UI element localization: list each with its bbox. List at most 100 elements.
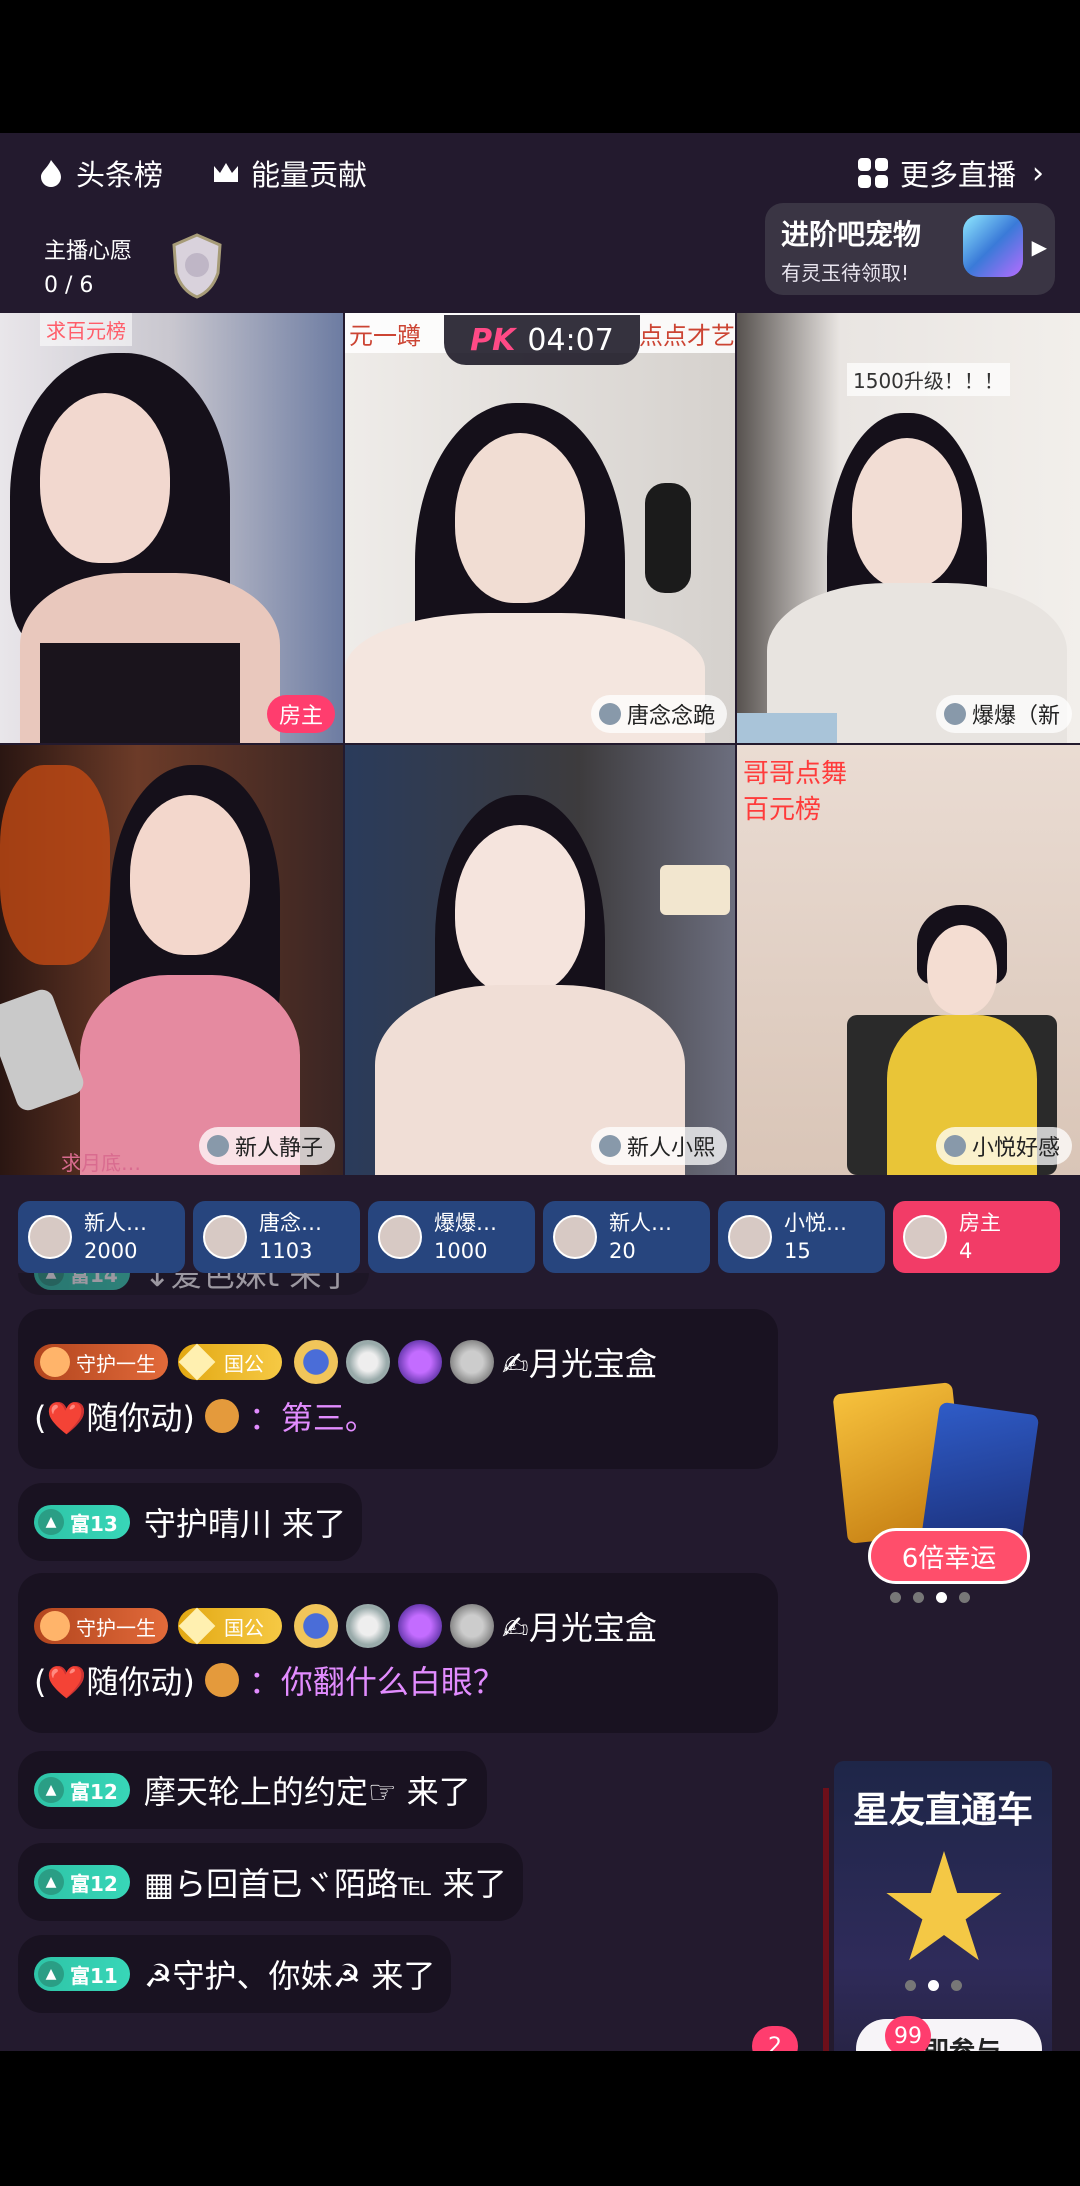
chat-text: ▦ら回首已ヾ陌路℡ 来了 xyxy=(143,1865,507,1903)
stream-tile-4[interactable]: 求月底… 新人静子 xyxy=(0,745,343,1175)
stream-overlay-2: 百元榜 xyxy=(743,795,822,825)
stream-overlay: 求百元榜 xyxy=(40,313,132,346)
swirl-icon xyxy=(346,1604,390,1648)
medal-icon xyxy=(294,1340,338,1384)
wish-shield-icon xyxy=(172,233,222,299)
avatar-icon xyxy=(206,1135,229,1157)
promo-title: 进阶吧宠物 xyxy=(781,218,922,251)
pet-promo-banner[interactable]: 进阶吧宠物 有灵玉待领取! ▶ xyxy=(765,203,1055,295)
wealth-level-badge: ▲ 富12 xyxy=(34,1865,130,1899)
avatar xyxy=(203,1215,247,1259)
lucky-button[interactable]: 6倍幸运 xyxy=(868,1528,1030,1584)
star-express-widget[interactable]: 星友直通车 立即参与 xyxy=(834,1761,1052,2051)
wealth-level-badge: ▲ 富13 xyxy=(34,1505,130,1539)
join-now-button[interactable]: 立即参与 xyxy=(856,2019,1042,2051)
wish-label: 主播心愿 xyxy=(44,239,133,264)
notification-badge[interactable]: 2 xyxy=(752,2026,798,2051)
stream-host-tag: 房主 xyxy=(266,695,335,733)
wish-count: 0 / 6 xyxy=(44,273,94,298)
score-item[interactable]: 小悦… 15 xyxy=(718,1201,885,1273)
score-item[interactable]: 唐念… 1103 xyxy=(193,1201,360,1273)
wealth-level-badge: ▲ 富11 xyxy=(34,1957,130,1991)
stream-overlay: 求月底… xyxy=(61,1151,141,1175)
energy-contribution-label: 能量贡献 xyxy=(251,158,368,192)
pk-logo: PK xyxy=(470,322,516,358)
score-item[interactable]: 新人… 20 xyxy=(543,1201,710,1273)
chat-username[interactable]: ✍月光宝盒 xyxy=(502,1339,657,1385)
avatar-icon xyxy=(598,1135,621,1157)
grid-icon xyxy=(857,158,888,188)
side-divider xyxy=(823,1788,829,2051)
swirl-icon xyxy=(346,1340,390,1384)
chat-message: ▲ 富12 摩天轮上的约定☞ 来了 xyxy=(18,1751,487,1829)
avatar xyxy=(378,1215,422,1259)
wealth-level-badge: ▲ 富12 xyxy=(34,1773,130,1807)
stream-name-tag: 唐念念跪 xyxy=(590,695,727,733)
silver-medal-icon xyxy=(450,1340,494,1384)
chat-message: ▲ 富12 ▦ら回首已ヾ陌路℡ 来了 xyxy=(18,1843,523,1921)
chat-username-suffix: (❤️随你动) xyxy=(34,1399,195,1437)
star-express-title: 星友直通车 xyxy=(852,1790,1033,1831)
headline-rank-button[interactable]: 头条榜 xyxy=(36,152,163,194)
chat-message: ▲ 富13 守护晴川 来了 xyxy=(18,1483,363,1561)
chat-list[interactable]: ▲ 富14 ↕爱色妹t 来了 守护一生 国公 ✍月光宝盒 (❤️随你动) ：第三。… xyxy=(18,1273,788,2051)
more-live-button[interactable]: 更多直播 › xyxy=(857,152,1044,194)
avatar-icon xyxy=(598,703,621,725)
chat-message: ▲ 富14 ↕爱色妹t 来了 xyxy=(18,1273,370,1295)
stream-name-tag: 小悦好感 xyxy=(935,1127,1072,1165)
chat-text: ↕爱色妹t 来了 xyxy=(143,1273,354,1294)
lion-icon xyxy=(204,1663,239,1697)
stream-overlay: 1500升级！！！ xyxy=(847,363,1010,396)
promo-subtitle: 有灵玉待领取! xyxy=(781,261,910,285)
avatar xyxy=(728,1215,772,1259)
chat-username[interactable]: ✍月光宝盒 xyxy=(502,1603,657,1649)
chat-text: ☭守护、你妹☭ 来了 xyxy=(143,1957,436,1995)
lion-icon xyxy=(204,1399,239,1433)
wealth-level-badge: ▲ 富14 xyxy=(34,1273,130,1290)
guard-badge: 守护一生 xyxy=(34,1344,168,1380)
lucky-widget[interactable]: 6倍幸运 xyxy=(830,1382,1050,1718)
stream-name-tag: 爆爆（新 xyxy=(935,695,1072,733)
guard-badge: 守护一生 xyxy=(34,1608,168,1644)
pk-timer: PK 04:07 xyxy=(444,315,640,365)
headline-rank-label: 头条榜 xyxy=(76,158,164,192)
score-item[interactable]: 新人… 2000 xyxy=(18,1201,185,1273)
stream-tile-6[interactable]: 哥哥点舞 百元榜 小悦好感 xyxy=(737,745,1080,1175)
message-badge[interactable]: 99 xyxy=(885,2016,931,2051)
crest-icon xyxy=(398,1604,442,1648)
score-item-host[interactable]: 房主 4 xyxy=(893,1201,1060,1273)
duke-badge: 国公 xyxy=(178,1343,282,1381)
carousel-dots xyxy=(905,1980,962,1991)
live-room: 头条榜 能量贡献 更多直播 › 主播心愿 0 / 6 进阶吧宠物 有灵玉待领取!… xyxy=(0,133,1080,2051)
diamond-icon xyxy=(178,1343,216,1381)
play-arrow-icon: ▶ xyxy=(1031,235,1047,259)
wing-icon xyxy=(40,1347,70,1377)
stream-tile-2[interactable]: 唐念念跪 xyxy=(345,313,735,743)
chat-text: 摩天轮上的约定☞ 来了 xyxy=(143,1773,471,1811)
energy-contribution-button[interactable]: 能量贡献 xyxy=(211,152,367,194)
avatar-icon xyxy=(943,1135,966,1157)
avatar-icon xyxy=(943,703,966,725)
chat-message: 守护一生 国公 ✍月光宝盒 (❤️随你动) ：你翻什么白眼？ xyxy=(18,1573,778,1733)
top-bar: 头条榜 能量贡献 更多直播 › xyxy=(0,133,1080,213)
gem-icon xyxy=(963,215,1023,277)
score-item[interactable]: 爆爆… 1000 xyxy=(368,1201,535,1273)
pk-banner-left: 元一蹲 xyxy=(349,321,421,350)
crest-icon xyxy=(398,1340,442,1384)
stream-tile-5[interactable]: 新人小熙 xyxy=(345,745,735,1175)
chat-message: 守护一生 国公 ✍月光宝盒 (❤️随你动) ：第三。 xyxy=(18,1309,778,1469)
more-live-label: 更多直播 xyxy=(899,158,1016,192)
stream-tile-1[interactable]: 求百元榜 房主 xyxy=(0,313,343,743)
score-row: 新人… 2000 唐念… 1103 爆爆… 1000 新人… 20 小悦… 15 房主 4 xyxy=(18,1201,1068,1273)
stream-tile-3[interactable]: 1500升级！！！ 爆爆（新 xyxy=(737,313,1080,743)
star-icon xyxy=(886,1851,1002,1961)
pk-banner-right: 点点才艺 xyxy=(639,321,735,350)
avatar xyxy=(553,1215,597,1259)
fire-icon xyxy=(41,160,61,187)
avatar xyxy=(903,1215,947,1259)
chat-username-suffix: (❤️随你动) xyxy=(34,1663,195,1701)
wing-icon xyxy=(40,1611,70,1641)
duke-badge: 国公 xyxy=(178,1607,282,1645)
stream-grid: 求百元榜 房主 唐念念跪 1500升级！！！ 爆爆（新 求月底… 新人静子 新人… xyxy=(0,313,1080,1177)
carousel-dots xyxy=(890,1592,970,1603)
